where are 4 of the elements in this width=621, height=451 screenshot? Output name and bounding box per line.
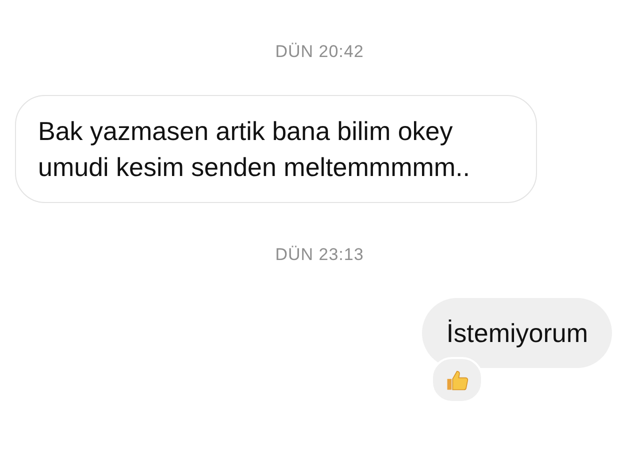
timestamp: DÜN 23:13 [275, 244, 364, 266]
timestamp: DÜN 20:42 [275, 41, 364, 63]
message-bubble[interactable]: Bak yazmasen artik bana bilim okey umudi kesim senden meltemmmmm.. [15, 95, 537, 203]
message-bubble[interactable]: İstemiyorum [422, 298, 612, 368]
